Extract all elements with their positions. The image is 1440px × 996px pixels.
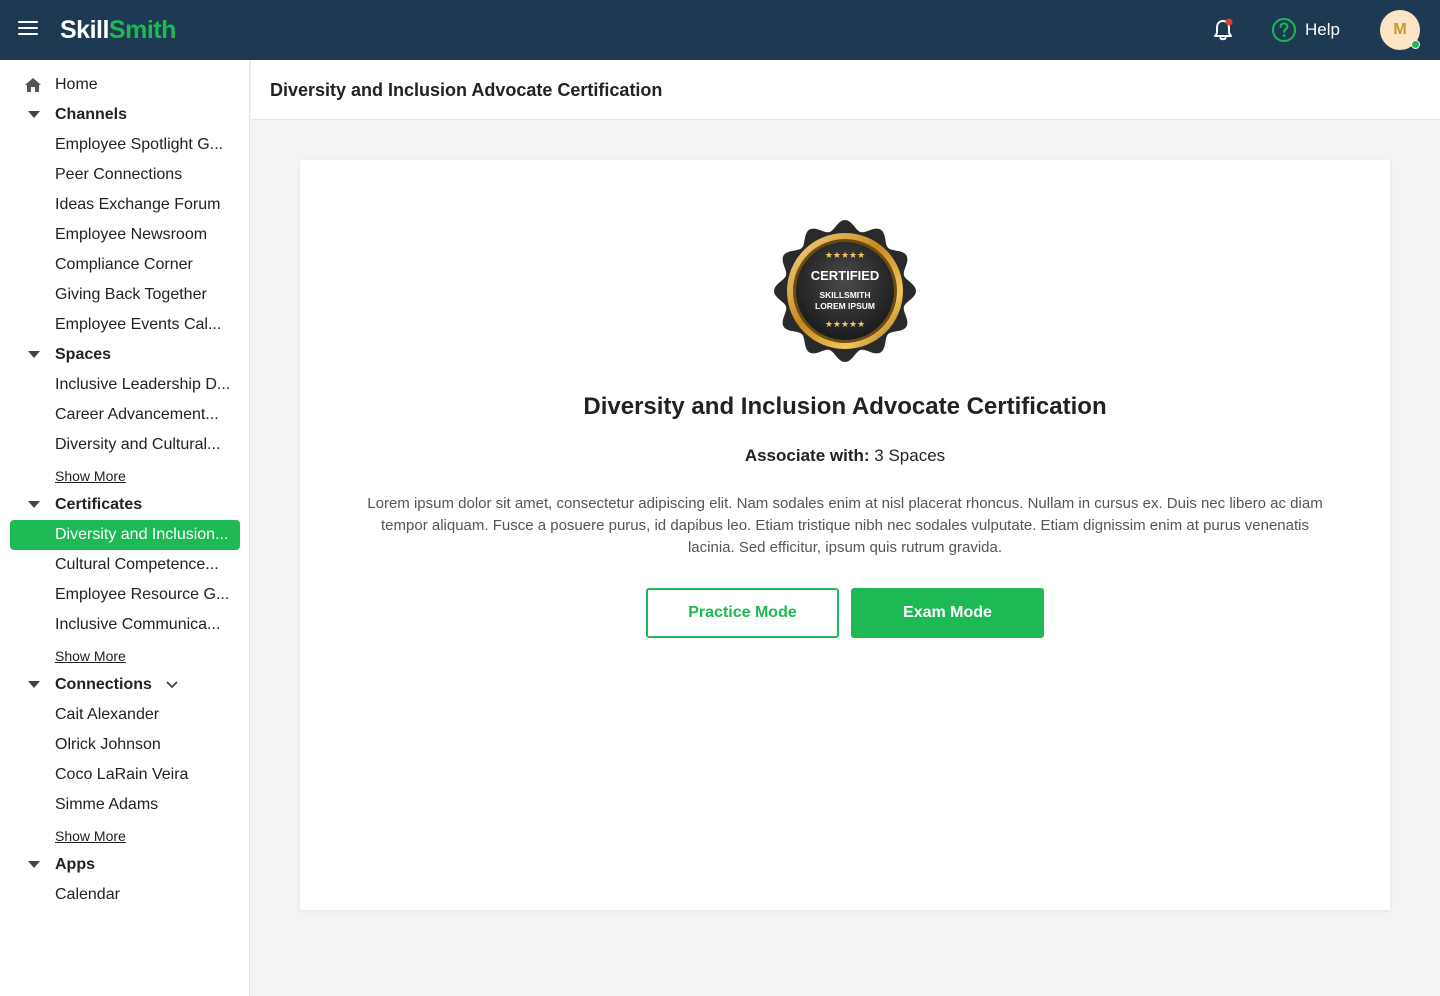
sidebar-item-label: Diversity and Inclusion... (55, 526, 229, 543)
sidebar-item-label: Career Advancement... (55, 406, 219, 423)
sidebar-item-space[interactable]: Inclusive Leadership D... (10, 370, 240, 400)
sidebar-item-label: Diversity and Cultural... (55, 436, 221, 453)
sidebar-item-label: Home (55, 76, 98, 93)
sidebar-item-label: Calendar (55, 886, 120, 903)
section-apps[interactable]: Apps (10, 850, 240, 880)
caret-down-icon (28, 351, 40, 358)
sidebar-item-label: Cait Alexander (55, 706, 160, 723)
help-button[interactable]: Help (1271, 17, 1340, 43)
sidebar-item-label: Employee Resource G... (55, 586, 230, 603)
sidebar-item-label: Employee Newsroom (55, 226, 208, 243)
logo[interactable]: SkillSmith (60, 14, 176, 46)
help-label: Help (1305, 20, 1340, 39)
section-label: Certificates (55, 496, 143, 513)
section-label: Channels (55, 106, 128, 123)
menu-icon[interactable] (18, 21, 38, 39)
help-icon (1272, 18, 1296, 42)
sidebar-item-space[interactable]: Career Advancement... (10, 400, 240, 430)
section-channels[interactable]: Channels (10, 100, 240, 130)
sidebar-item-channel[interactable]: Ideas Exchange Forum (10, 190, 240, 220)
sidebar-item-label: Inclusive Communica... (55, 616, 221, 633)
sidebar-item-label: Cultural Competence... (55, 556, 219, 573)
notification-dot (1225, 18, 1233, 26)
sidebar-item-label: Giving Back Together (55, 286, 207, 303)
connections-show-more-link[interactable]: Show More (55, 826, 126, 846)
sidebar-item-channel[interactable]: Peer Connections (10, 160, 240, 190)
sidebar: Home Channels Employee Spotlight G... Pe… (0, 60, 250, 996)
sidebar-item-label: Inclusive Leadership D... (55, 376, 231, 393)
section-label-wrap: Connections (55, 670, 178, 700)
sidebar-item-channel[interactable]: Employee Newsroom (10, 220, 240, 250)
associate-info: Associate with: 3 Spaces (300, 444, 1390, 468)
caret-down-icon (28, 111, 40, 118)
user-avatar[interactable]: M (1380, 10, 1420, 50)
page-title: Diversity and Inclusion Advocate Certifi… (270, 80, 663, 100)
sidebar-item-connection[interactable]: Cait Alexander (10, 700, 240, 730)
sidebar-item-home[interactable]: Home (10, 70, 240, 100)
badge-stars-bottom: ★★★★★ (825, 320, 865, 330)
caret-down-icon (28, 861, 40, 868)
sidebar-item-app[interactable]: Calendar (10, 880, 240, 910)
section-label: Apps (55, 856, 95, 873)
sidebar-item-connection[interactable]: Olrick Johnson (10, 730, 240, 760)
chevron-down-icon[interactable] (166, 681, 178, 689)
sidebar-item-label: Ideas Exchange Forum (55, 196, 221, 213)
badge-subtext: LOREM IPSUM (815, 301, 875, 311)
certificate-title: Diversity and Inclusion Advocate Certifi… (583, 393, 1107, 420)
sidebar-item-channel[interactable]: Compliance Corner (10, 250, 240, 280)
section-label: Spaces (55, 346, 112, 363)
certificate-description: Lorem ipsum dolor sit amet, consectetur … (367, 495, 1323, 556)
sidebar-item-label: Employee Spotlight G... (55, 136, 224, 153)
certified-badge-icon: ★★★★★ CERTIFIED SKILLSMITH LOREM IPSUM ★… (774, 220, 916, 362)
home-icon (25, 78, 41, 92)
sidebar-item-channel[interactable]: Employee Events Cal... (10, 310, 240, 340)
caret-down-icon (28, 501, 40, 508)
section-connections[interactable]: Connections (10, 670, 240, 700)
sidebar-item-certificate[interactable]: Inclusive Communica... (10, 610, 240, 640)
badge-certified-text: CERTIFIED (811, 268, 880, 283)
section-spaces[interactable]: Spaces (10, 340, 240, 370)
sidebar-item-connection[interactable]: Simme Adams (10, 790, 240, 820)
sidebar-item-label: Employee Events Cal... (55, 316, 222, 333)
badge-brand-text: SKILLSMITH (820, 290, 871, 300)
associate-label: Associate with: (744, 446, 870, 465)
sidebar-item-label: Simme Adams (55, 796, 159, 813)
page-header: Diversity and Inclusion Advocate Certifi… (251, 60, 1440, 120)
exam-mode-button[interactable]: Exam Mode (851, 588, 1044, 638)
sidebar-item-space[interactable]: Diversity and Cultural... (10, 430, 240, 460)
avatar-initial: M (1393, 21, 1407, 38)
online-status-dot (1411, 40, 1420, 49)
sidebar-item-label: Peer Connections (55, 166, 183, 183)
practice-mode-button[interactable]: Practice Mode (646, 588, 839, 638)
sidebar-item-certificate[interactable]: Cultural Competence... (10, 550, 240, 580)
sidebar-item-channel[interactable]: Employee Spotlight G... (10, 130, 240, 160)
associate-value: 3 Spaces (874, 446, 946, 465)
sidebar-item-certificate-active[interactable]: Diversity and Inclusion... (10, 520, 240, 550)
sidebar-item-channel[interactable]: Giving Back Together (10, 280, 240, 310)
section-label: Connections (55, 676, 152, 693)
spaces-show-more-link[interactable]: Show More (55, 466, 126, 486)
sidebar-item-label: Olrick Johnson (55, 736, 161, 753)
notification-bell-icon[interactable] (1210, 17, 1236, 43)
logo-smith: Smith (108, 16, 176, 44)
logo-skill: Skill (60, 16, 109, 44)
badge-stars-top: ★★★★★ (825, 251, 865, 261)
sidebar-item-label: Coco LaRain Veira (55, 766, 189, 783)
top-bar: SkillSmith Help M (0, 0, 1440, 60)
section-certificates[interactable]: Certificates (10, 490, 240, 520)
sidebar-item-connection[interactable]: Coco LaRain Veira (10, 760, 240, 790)
sidebar-item-certificate[interactable]: Employee Resource G... (10, 580, 240, 610)
certificates-show-more-link[interactable]: Show More (55, 646, 126, 666)
certificate-card: ★★★★★ CERTIFIED SKILLSMITH LOREM IPSUM ★… (300, 160, 1390, 910)
caret-down-icon (28, 681, 40, 688)
sidebar-item-label: Compliance Corner (55, 256, 193, 273)
